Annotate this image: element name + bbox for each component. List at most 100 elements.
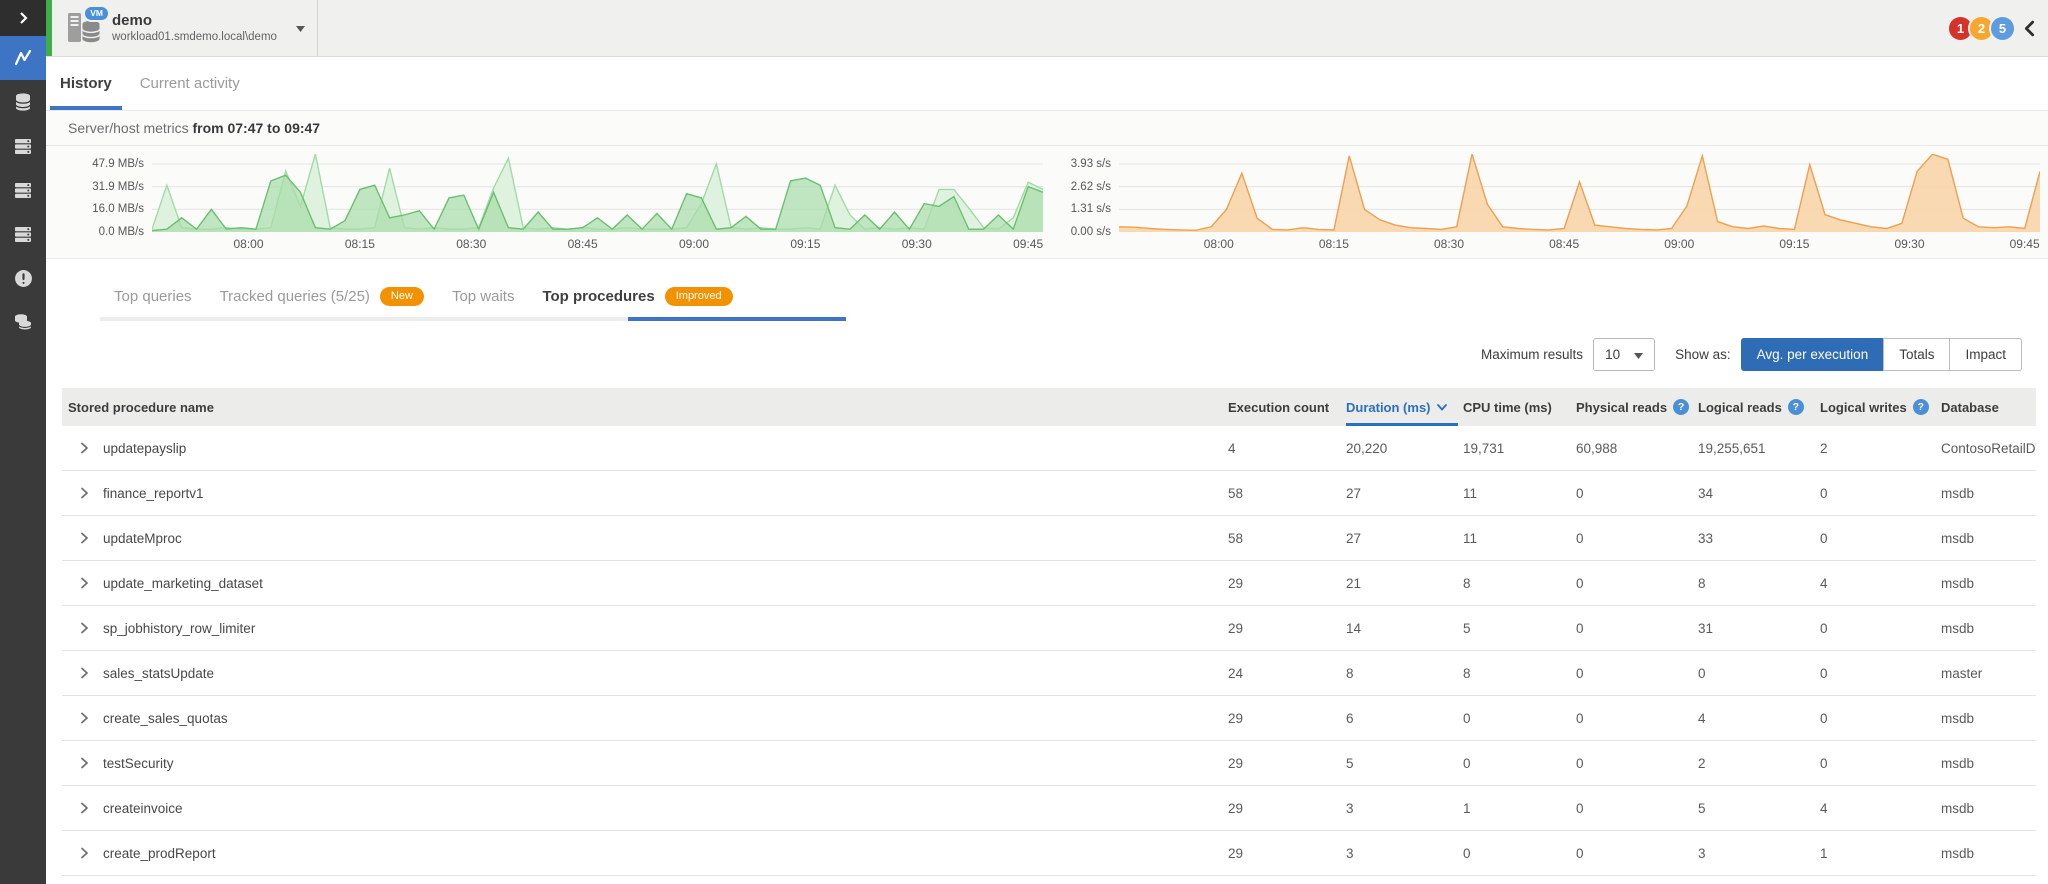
column-header-execution-count[interactable]: Execution count — [1228, 388, 1346, 426]
expand-row-chevron-icon[interactable] — [78, 622, 90, 634]
nav-alerts[interactable] — [0, 256, 46, 300]
cpu-time-cell: 8 — [1463, 666, 1576, 681]
table-row[interactable]: sales_statsUpdate2488000master — [62, 651, 2036, 696]
column-header-stored-procedure-name[interactable]: Stored procedure name — [68, 388, 1228, 426]
column-header-label: Execution count — [1228, 400, 1329, 415]
y-tick-label: 47.9 MB/s — [92, 158, 144, 170]
expand-row-chevron-icon[interactable] — [78, 847, 90, 859]
column-header-cpu-time-ms-[interactable]: CPU time (ms) — [1463, 388, 1576, 426]
execution-count-cell: 29 — [1228, 621, 1346, 636]
subtab-label: Top procedures — [542, 288, 654, 305]
column-header-duration-ms-[interactable]: Duration (ms) — [1346, 388, 1463, 426]
maximum-results-select[interactable]: 10 — [1593, 338, 1655, 371]
table-row[interactable]: updateMproc5827110330msdb — [62, 516, 2036, 561]
tab-history[interactable]: History — [46, 57, 126, 110]
collapse-panel-icon[interactable] — [2023, 20, 2036, 37]
table-row[interactable]: updatepayslip420,22019,73160,98819,255,6… — [62, 426, 2036, 471]
duration-cell: 27 — [1346, 486, 1463, 501]
expand-icon — [16, 11, 30, 25]
procedure-name-cell[interactable]: sp_jobhistory_row_limiter — [68, 621, 1228, 636]
tab-top-procedures[interactable]: Top procedures Improved — [528, 279, 746, 313]
cpu-time-cell: 5 — [1463, 621, 1576, 636]
tab-top-waits[interactable]: Top waits — [438, 279, 529, 313]
nav-performance[interactable] — [0, 36, 46, 80]
nav-environment[interactable] — [0, 300, 46, 344]
expand-row-chevron-icon[interactable] — [78, 577, 90, 589]
physical-reads-cell: 0 — [1576, 666, 1698, 681]
procedure-name-cell[interactable]: update_marketing_dataset — [68, 576, 1228, 591]
x-tick-label: 09:45 — [2010, 237, 2040, 251]
table-row[interactable]: create_prodReport2930031msdb — [62, 831, 2036, 876]
database-cell: msdb — [1941, 576, 2036, 591]
duration-cell: 3 — [1346, 801, 1463, 816]
help-icon[interactable]: ? — [1788, 399, 1804, 415]
show-as-label: Show as: — [1675, 347, 1731, 362]
procedure-name-cell[interactable]: createinvoice — [68, 801, 1228, 816]
x-tick-label: 09:15 — [790, 237, 820, 251]
show-as-totals-button[interactable]: Totals — [1883, 338, 1950, 371]
nav-databases[interactable] — [0, 80, 46, 124]
waits-chart[interactable]: 3.93 s/s2.62 s/s1.31 s/s0.00 s/s08:0008:… — [1043, 154, 2040, 254]
active-tab-indicator — [50, 106, 122, 110]
procedure-name: finance_reportv1 — [103, 486, 204, 501]
expand-row-chevron-icon[interactable] — [78, 442, 90, 454]
table-row[interactable]: sp_jobhistory_row_limiter291450310msdb — [62, 606, 2036, 651]
physical-reads-cell: 0 — [1576, 711, 1698, 726]
expand-row-chevron-icon[interactable] — [78, 667, 90, 679]
nav-servers-2[interactable] — [0, 168, 46, 212]
databases-stack-icon — [13, 312, 33, 332]
server-selector[interactable]: VM demo workload01.smdemo.local\demo — [46, 0, 318, 56]
table-row[interactable]: testSecurity2950020msdb — [62, 741, 2036, 786]
procedure-name-cell[interactable]: updateMproc — [68, 531, 1228, 546]
server-name: demo — [112, 11, 277, 31]
cpu-time-cell: 0 — [1463, 846, 1576, 861]
cpu-time-cell: 0 — [1463, 711, 1576, 726]
column-header-physical-reads[interactable]: Physical reads? — [1576, 388, 1698, 426]
procedure-name-cell[interactable]: updatepayslip — [68, 441, 1228, 456]
logical-writes-cell: 4 — [1820, 576, 1941, 591]
duration-cell: 27 — [1346, 531, 1463, 546]
nav-servers-1[interactable] — [0, 124, 46, 168]
table-row[interactable]: finance_reportv15827110340msdb — [62, 471, 2036, 516]
expand-row-chevron-icon[interactable] — [78, 712, 90, 724]
expand-row-chevron-icon[interactable] — [78, 802, 90, 814]
procedure-name-cell[interactable]: testSecurity — [68, 756, 1228, 771]
results-controls: Maximum results 10 Show as: Avg. per exe… — [46, 321, 2048, 386]
tab-top-queries[interactable]: Top queries — [100, 279, 206, 313]
show-as-impact-button[interactable]: Impact — [1949, 338, 2022, 371]
column-header-database[interactable]: Database — [1941, 388, 2036, 426]
alert-icon — [14, 269, 33, 288]
procedure-name-cell[interactable]: create_sales_quotas — [68, 711, 1228, 726]
nav-servers-3[interactable] — [0, 212, 46, 256]
procedure-name-cell[interactable]: sales_statsUpdate — [68, 666, 1228, 681]
database-cell: msdb — [1941, 711, 2036, 726]
column-header-logical-reads[interactable]: Logical reads? — [1698, 388, 1820, 426]
execution-count-cell: 4 — [1228, 441, 1346, 456]
physical-reads-cell: 0 — [1576, 486, 1698, 501]
expand-row-chevron-icon[interactable] — [78, 487, 90, 499]
procedure-name-cell[interactable]: create_prodReport — [68, 846, 1228, 861]
help-icon[interactable]: ? — [1913, 399, 1929, 415]
duration-cell: 5 — [1346, 756, 1463, 771]
database-cell: msdb — [1941, 621, 2036, 636]
tab-tracked-queries-5-25-[interactable]: Tracked queries (5/25)New — [206, 279, 438, 313]
expand-sidebar-button[interactable] — [0, 0, 46, 36]
alert-count-badge-5[interactable]: 5 — [1989, 15, 2016, 42]
procedure-name-cell[interactable]: finance_reportv1 — [68, 486, 1228, 501]
topbar-right: 125 — [1953, 0, 2048, 56]
show-as-avg-per-execution-button[interactable]: Avg. per execution — [1741, 338, 1885, 371]
table-row[interactable]: createinvoice2931054msdb — [62, 786, 2036, 831]
disk-throughput-chart[interactable]: 47.9 MB/s31.9 MB/s16.0 MB/s0.0 MB/s08:00… — [46, 154, 1043, 254]
column-header-logical-writes[interactable]: Logical writes? — [1820, 388, 1941, 426]
table-row[interactable]: update_marketing_dataset29218084msdb — [62, 561, 2036, 606]
expand-row-chevron-icon[interactable] — [78, 532, 90, 544]
x-tick-label: 09:45 — [1013, 237, 1043, 251]
table-row[interactable]: create_sales_quotas2960040msdb — [62, 696, 2036, 741]
help-icon[interactable]: ? — [1673, 399, 1689, 415]
expand-row-chevron-icon[interactable] — [78, 757, 90, 769]
badge-improved: Improved — [665, 287, 733, 306]
maximum-results-value: 10 — [1605, 347, 1620, 362]
tab-current-activity[interactable]: Current activity — [126, 57, 254, 110]
logical-reads-cell: 31 — [1698, 621, 1820, 636]
physical-reads-cell: 0 — [1576, 801, 1698, 816]
